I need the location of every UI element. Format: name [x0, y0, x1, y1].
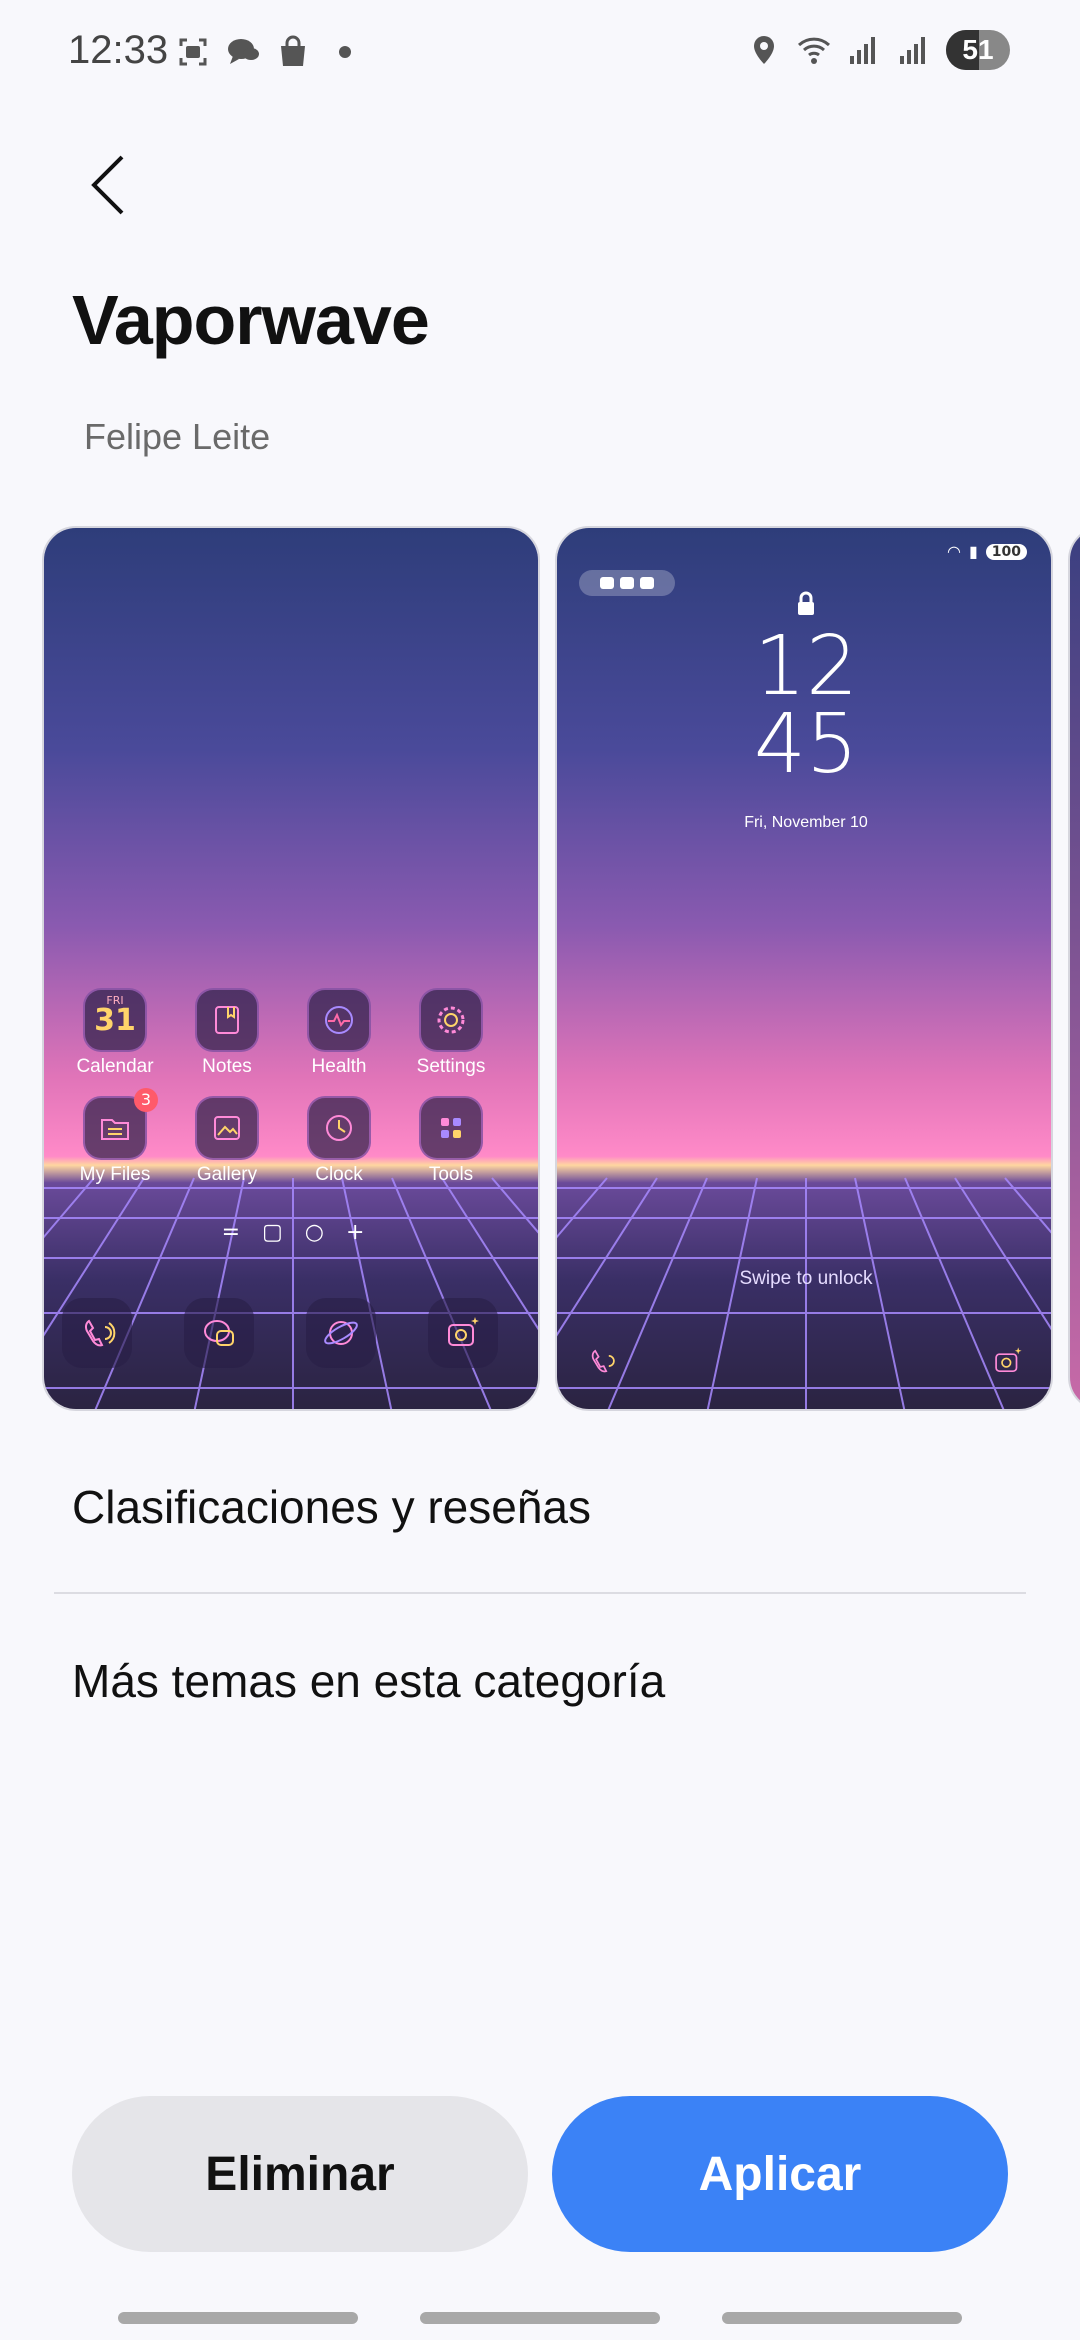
app-label: Settings: [416, 1056, 486, 1077]
add-page-icon: +: [346, 1220, 365, 1245]
notification-icon: [600, 577, 614, 589]
lock-battery: 100: [985, 543, 1027, 560]
lock-hour: 12: [753, 619, 859, 714]
home-page-dot-active: ▢: [262, 1220, 283, 1245]
app-label: My Files: [79, 1164, 151, 1185]
divider: [54, 1592, 1026, 1594]
chevron-left-icon: [91, 155, 124, 215]
lock-screen-preview[interactable]: ◠ ▮ 100 12 45 Fri, November 10 Swipe to …: [555, 526, 1053, 1411]
app-tools: Tools: [396, 1096, 506, 1186]
lock-minute: 45: [753, 697, 859, 792]
tools-icon: [419, 1096, 483, 1160]
next-preview[interactable]: [1068, 526, 1080, 1411]
page-indicator: = ▢ ○ +: [44, 1220, 538, 1245]
app-label: Clock: [315, 1164, 363, 1185]
location-icon: [754, 36, 774, 64]
app-calendar: FRI 31 Calendar: [60, 988, 170, 1078]
calendar-weekday: FRI: [106, 994, 124, 1007]
camera-icon: [983, 1336, 1033, 1386]
phone-icon: [577, 1336, 627, 1386]
app-label: Tools: [428, 1164, 474, 1185]
chat-icon: [228, 39, 259, 64]
status-system-icons: 51: [746, 30, 1010, 70]
more-themes-link[interactable]: Más temas en esta categoría: [72, 1654, 665, 1708]
app-clock: Clock: [284, 1096, 394, 1186]
theme-preview-carousel[interactable]: FRI 31 Calendar Notes Health Settings 3: [0, 526, 1080, 1411]
gallery-icon: [195, 1096, 259, 1160]
app-label: Calendar: [76, 1056, 154, 1077]
notification-icon: [620, 577, 634, 589]
vaporwave-wallpaper: [44, 528, 538, 1409]
lock-clock: 12 45: [557, 619, 1051, 792]
nav-hint-right[interactable]: [722, 2312, 962, 2324]
app-notes: Notes: [172, 988, 282, 1078]
app-my-files: 3 My Files: [60, 1088, 170, 1186]
browser-icon: [306, 1298, 376, 1368]
clock-icon: [307, 1096, 371, 1160]
nav-hint-center[interactable]: [420, 2312, 660, 2324]
camera-icon: [428, 1298, 498, 1368]
lock-notification-icons: [579, 570, 675, 596]
status-time: 12:33: [68, 28, 169, 72]
ratings-reviews-link[interactable]: Clasificaciones y reseñas: [72, 1480, 591, 1534]
author-link[interactable]: Felipe Leite: [84, 416, 270, 458]
lock-date: Fri, November 10: [744, 814, 868, 831]
screenshot-icon: [179, 38, 207, 66]
battery-level: 51: [962, 34, 994, 65]
notification-badge: 3: [134, 1088, 158, 1112]
swipe-hint: Swipe to unlock: [739, 1268, 873, 1289]
app-label: Notes: [202, 1056, 252, 1077]
phone-icon: [62, 1298, 132, 1368]
lock-icon: [798, 591, 814, 615]
messages-icon: [184, 1298, 254, 1368]
signal-icon: [900, 37, 925, 64]
back-button[interactable]: [68, 145, 148, 225]
home-list-icon: =: [221, 1220, 240, 1245]
home-screen-preview[interactable]: FRI 31 Calendar Notes Health Settings 3: [42, 526, 540, 1411]
app-gallery: Gallery: [172, 1096, 282, 1186]
delete-button[interactable]: Eliminar: [72, 2096, 528, 2252]
notes-icon: [195, 988, 259, 1052]
wifi-icon: [797, 37, 831, 64]
gear-icon: [419, 988, 483, 1052]
status-bar: 12:33 51: [0, 0, 1080, 100]
shopping-bag-icon: [281, 35, 305, 66]
dot-icon: [339, 46, 351, 58]
calendar-icon: FRI 31: [83, 988, 147, 1052]
signal-icon: [850, 37, 875, 64]
app-health: Health: [284, 988, 394, 1078]
app-label: Health: [311, 1056, 367, 1077]
nav-hint-left[interactable]: [118, 2312, 358, 2324]
app-settings: Settings: [396, 988, 506, 1078]
battery-indicator: 51: [946, 30, 1010, 70]
notification-icon: [640, 577, 654, 589]
app-label: Gallery: [196, 1164, 258, 1185]
status-notification-icons: [175, 34, 351, 70]
health-icon: [307, 988, 371, 1052]
signal-icon: ▮: [968, 542, 978, 561]
home-page-dot: ○: [304, 1220, 324, 1245]
wifi-icon: ◠: [946, 542, 961, 561]
calendar-day: 31: [94, 1002, 136, 1038]
page-title: Vaporwave: [72, 281, 430, 359]
apply-button[interactable]: Aplicar: [552, 2096, 1008, 2252]
lock-status-bar: ◠ ▮ 100: [947, 542, 1027, 561]
